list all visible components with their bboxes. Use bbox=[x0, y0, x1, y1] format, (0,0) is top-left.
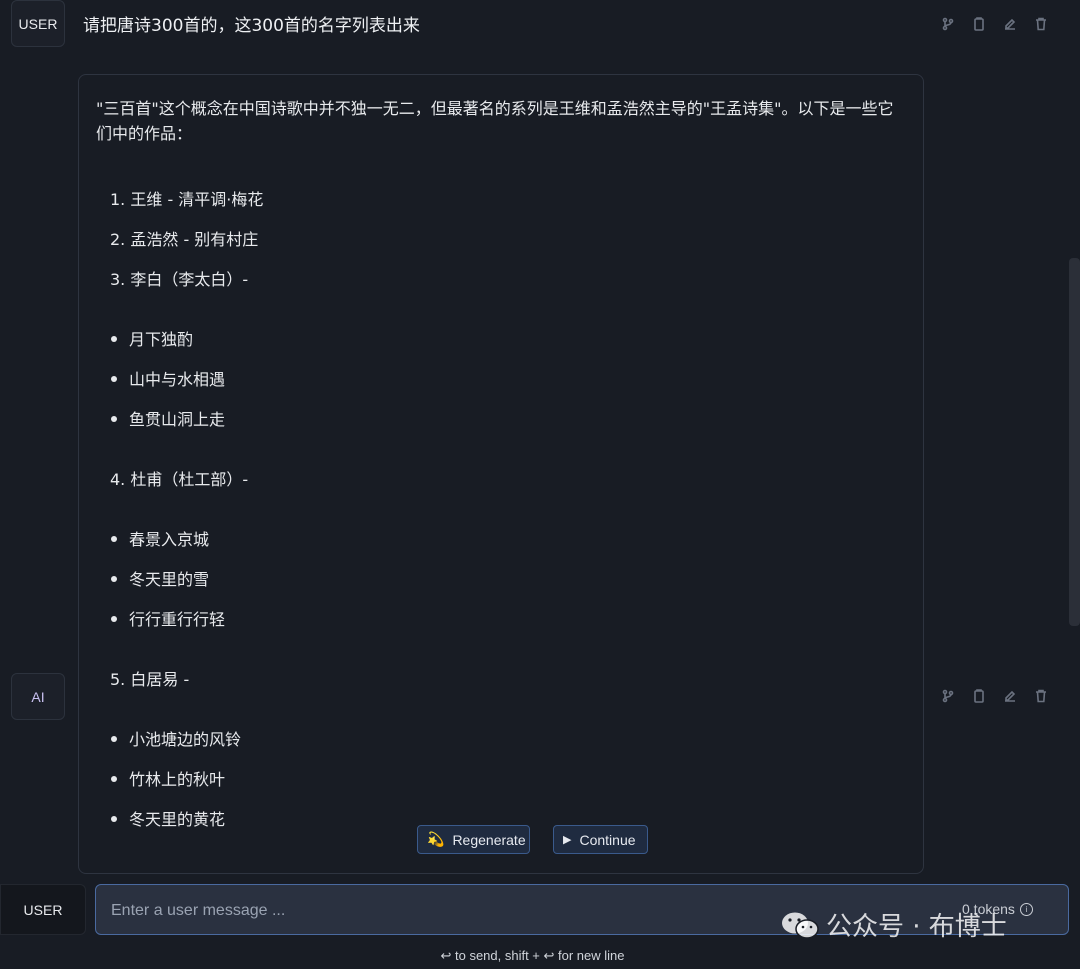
delete-icon[interactable] bbox=[1032, 687, 1050, 705]
list-item: 鱼贯山洞上走 bbox=[111, 406, 225, 430]
list-item: 春景入京城 bbox=[111, 526, 209, 550]
list-item: 月下独酌 bbox=[111, 326, 193, 350]
continue-button[interactable]: ▶ Continue bbox=[553, 825, 648, 854]
bullet-icon bbox=[111, 815, 117, 822]
branch-icon[interactable] bbox=[939, 15, 957, 33]
bullet-icon bbox=[111, 735, 117, 742]
list-item: 小池塘边的风铃 bbox=[111, 726, 241, 750]
ai-message-intro: "三百首"这个概念在中国诗歌中并不独一无二，但最著名的系列是王维和孟浩然主导的"… bbox=[96, 99, 894, 143]
ai-message-actions bbox=[939, 687, 1050, 705]
list-item: 2. 孟浩然 - 别有村庄 bbox=[110, 230, 259, 249]
user-message-actions bbox=[939, 15, 1050, 33]
send-hint: ↩ to send, shift + ↩ for new line bbox=[440, 948, 625, 963]
edit-icon[interactable] bbox=[1001, 15, 1019, 33]
copy-icon[interactable] bbox=[970, 687, 988, 705]
edit-icon[interactable] bbox=[1001, 687, 1019, 705]
bullet-icon bbox=[111, 535, 117, 542]
list-item: 山中与水相遇 bbox=[111, 366, 225, 390]
play-icon: ▶ bbox=[563, 834, 572, 846]
bullet-icon bbox=[111, 415, 117, 422]
list-item: 4. 杜甫（杜工部）- bbox=[110, 470, 249, 489]
regenerate-button[interactable]: 💫 Regenerate bbox=[417, 825, 530, 854]
composer-role-toggle[interactable]: USER bbox=[0, 884, 86, 935]
bullet-icon bbox=[111, 575, 117, 582]
list-item: 冬天里的黄花 bbox=[111, 806, 225, 830]
delete-icon[interactable] bbox=[1032, 15, 1050, 33]
token-counter: 0 tokens i bbox=[962, 901, 1033, 917]
ai-message-card: "三百首"这个概念在中国诗歌中并不独一无二，但最著名的系列是王维和孟浩然主导的"… bbox=[78, 74, 924, 874]
list-item: 3. 李白（李太白）- bbox=[110, 270, 249, 289]
scrollbar[interactable] bbox=[1069, 258, 1080, 626]
copy-icon[interactable] bbox=[970, 15, 988, 33]
bullet-icon bbox=[111, 615, 117, 622]
bullet-icon bbox=[111, 375, 117, 382]
ai-role-badge: AI bbox=[11, 673, 65, 720]
user-message-text: 请把唐诗300首的，这300首的名字列表出来 bbox=[83, 16, 420, 36]
message-input[interactable] bbox=[109, 885, 933, 936]
bullet-icon bbox=[111, 335, 117, 342]
list-item: 5. 白居易 - bbox=[110, 670, 190, 689]
list-item: 1. 王维 - 清平调·梅花 bbox=[110, 190, 264, 209]
message-input-container: 0 tokens i bbox=[95, 884, 1069, 936]
sparkle-icon: 💫 bbox=[427, 831, 445, 847]
bullet-icon bbox=[111, 775, 117, 782]
list-item: 冬天里的雪 bbox=[111, 566, 209, 590]
branch-icon[interactable] bbox=[939, 687, 957, 705]
user-role-badge: USER bbox=[11, 0, 65, 47]
list-item: 竹林上的秋叶 bbox=[111, 766, 225, 790]
info-icon[interactable]: i bbox=[1019, 902, 1033, 916]
list-item: 行行重行行轻 bbox=[111, 606, 225, 630]
